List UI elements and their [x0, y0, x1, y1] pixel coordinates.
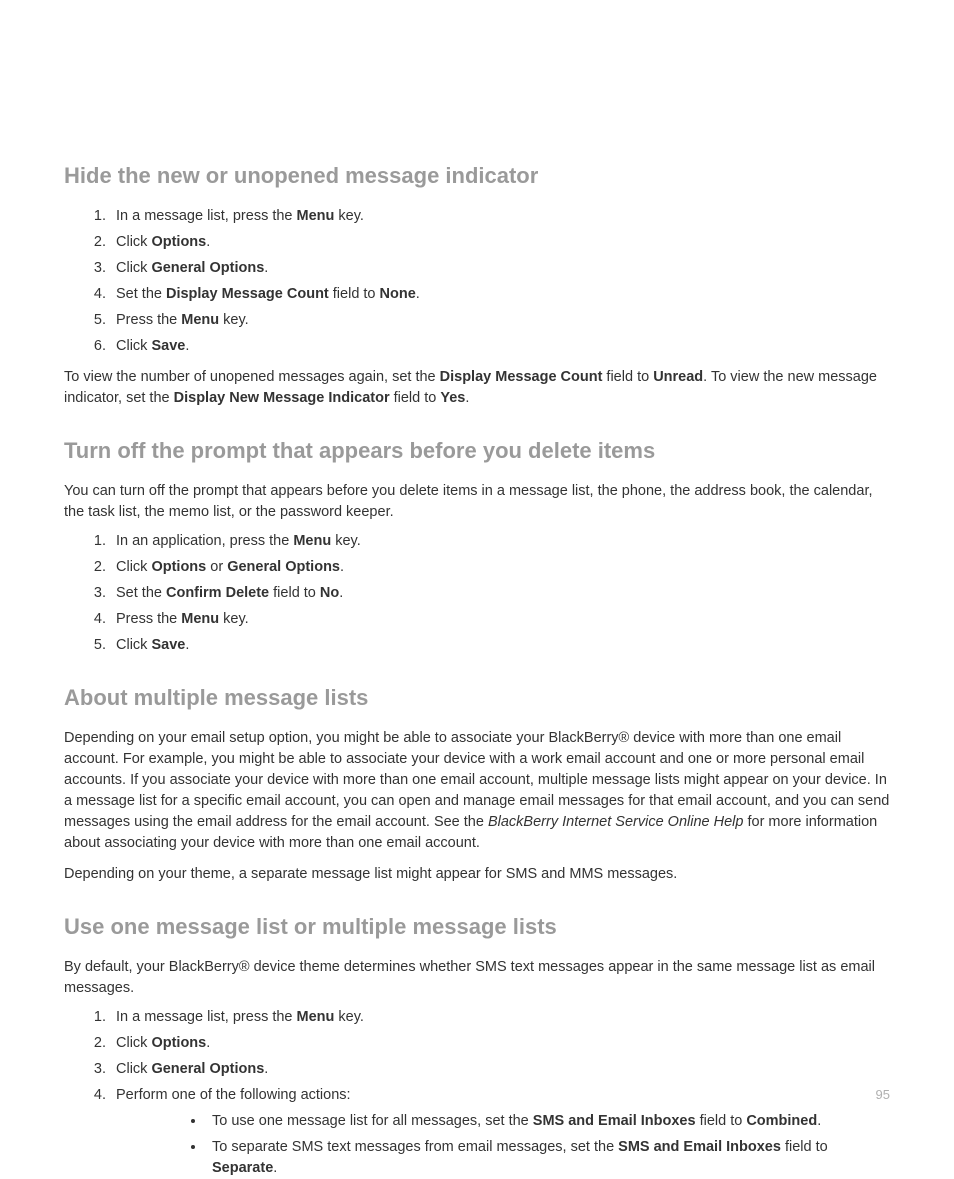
- list-item: Set the Confirm Delete field to No.: [110, 583, 890, 604]
- step-text: Set the: [116, 585, 166, 601]
- list-item: Click General Options.: [110, 258, 890, 279]
- bullet-text: field to: [781, 1139, 828, 1155]
- step-text: Press the: [116, 312, 181, 328]
- step-bold: No: [320, 585, 339, 601]
- bullet-text: .: [817, 1113, 821, 1129]
- list-item: Press the Menu key.: [110, 609, 890, 630]
- step-bold: Display Message Count: [166, 286, 329, 302]
- page-number: 95: [876, 1086, 890, 1105]
- step-text: .: [185, 637, 189, 653]
- step-text: Click: [116, 338, 151, 354]
- step-text: In a message list, press the: [116, 1009, 297, 1025]
- step-text: .: [264, 260, 268, 276]
- para-text: field to: [390, 390, 441, 406]
- step-bold: General Options: [151, 1061, 264, 1077]
- step-text: field to: [329, 286, 380, 302]
- step-bold: Menu: [297, 1009, 335, 1025]
- step-text: .: [264, 1061, 268, 1077]
- list-item: Click Save.: [110, 635, 890, 656]
- step-text: Click: [116, 637, 151, 653]
- heading-about-multiple-lists: About multiple message lists: [64, 682, 890, 714]
- list-item: To separate SMS text messages from email…: [206, 1137, 890, 1179]
- step-bold: General Options: [227, 559, 340, 575]
- step-bold: Menu: [293, 533, 331, 549]
- step-text: .: [206, 1035, 210, 1051]
- step-text: In a message list, press the: [116, 208, 297, 224]
- step-bold: Options: [151, 559, 206, 575]
- bullet-text: To use one message list for all messages…: [212, 1113, 533, 1129]
- list-item: Perform one of the following actions: To…: [110, 1085, 890, 1179]
- list-item: In an application, press the Menu key.: [110, 531, 890, 552]
- step-text: key.: [331, 533, 361, 549]
- bullet-text: field to: [696, 1113, 747, 1129]
- list-item: In a message list, press the Menu key.: [110, 206, 890, 227]
- step-bold: Menu: [181, 312, 219, 328]
- step-text: .: [416, 286, 420, 302]
- step-text: Click: [116, 234, 151, 250]
- step-text: field to: [269, 585, 320, 601]
- steps-use-one-or-multiple: In a message list, press the Menu key. C…: [110, 1007, 890, 1179]
- para-bold: Unread: [653, 369, 703, 385]
- step-bold: Menu: [181, 611, 219, 627]
- para-bold: Display Message Count: [440, 369, 603, 385]
- step-bold: None: [380, 286, 416, 302]
- paragraph-hide-indicator-note: To view the number of unopened messages …: [64, 367, 890, 409]
- step-bold: Menu: [297, 208, 335, 224]
- paragraph-about-multiple-1: Depending on your email setup option, yo…: [64, 728, 890, 854]
- bullet-bold: SMS and Email Inboxes: [533, 1113, 696, 1129]
- step-text: .: [340, 559, 344, 575]
- step-bold: General Options: [151, 260, 264, 276]
- para-bold: Display New Message Indicator: [174, 390, 390, 406]
- step-text: Perform one of the following actions:: [116, 1087, 351, 1103]
- step-bold: Options: [151, 234, 206, 250]
- step-text: .: [185, 338, 189, 354]
- list-item: Click Options.: [110, 232, 890, 253]
- para-bold: Yes: [440, 390, 465, 406]
- paragraph-turn-off-intro: You can turn off the prompt that appears…: [64, 481, 890, 523]
- list-item: In a message list, press the Menu key.: [110, 1007, 890, 1028]
- step-text: Set the: [116, 286, 166, 302]
- bullet-text: To separate SMS text messages from email…: [212, 1139, 618, 1155]
- paragraph-use-one-intro: By default, your BlackBerry® device them…: [64, 957, 890, 999]
- list-item: Click Options or General Options.: [110, 557, 890, 578]
- step-text: key.: [334, 208, 364, 224]
- para-italic: BlackBerry Internet Service Online Help: [488, 814, 743, 830]
- step-text: In an application, press the: [116, 533, 293, 549]
- paragraph-about-multiple-2: Depending on your theme, a separate mess…: [64, 864, 890, 885]
- heading-hide-indicator: Hide the new or unopened message indicat…: [64, 160, 890, 192]
- step-bold: Save: [151, 338, 185, 354]
- step-text: or: [206, 559, 227, 575]
- step-bold: Options: [151, 1035, 206, 1051]
- step-text: Click: [116, 559, 151, 575]
- steps-turn-off-prompt: In an application, press the Menu key. C…: [110, 531, 890, 656]
- bullet-text: .: [273, 1160, 277, 1176]
- step-text: key.: [219, 312, 249, 328]
- list-item: Set the Display Message Count field to N…: [110, 284, 890, 305]
- step-text: Click: [116, 1035, 151, 1051]
- bullet-bold: Combined: [746, 1113, 817, 1129]
- bullet-bold: Separate: [212, 1160, 273, 1176]
- list-item: Click Save.: [110, 336, 890, 357]
- list-item: To use one message list for all messages…: [206, 1111, 890, 1132]
- bullet-bold: SMS and Email Inboxes: [618, 1139, 781, 1155]
- heading-turn-off-prompt: Turn off the prompt that appears before …: [64, 435, 890, 467]
- list-item: Click General Options.: [110, 1059, 890, 1080]
- sub-bullets: To use one message list for all messages…: [206, 1111, 890, 1179]
- para-text: field to: [602, 369, 653, 385]
- step-text: Click: [116, 260, 151, 276]
- step-bold: Save: [151, 637, 185, 653]
- step-bold: Confirm Delete: [166, 585, 269, 601]
- step-text: key.: [219, 611, 249, 627]
- list-item: Click Options.: [110, 1033, 890, 1054]
- step-text: Click: [116, 1061, 151, 1077]
- step-text: .: [339, 585, 343, 601]
- step-text: .: [206, 234, 210, 250]
- step-text: Press the: [116, 611, 181, 627]
- heading-use-one-or-multiple: Use one message list or multiple message…: [64, 911, 890, 943]
- para-text: .: [465, 390, 469, 406]
- para-text: To view the number of unopened messages …: [64, 369, 440, 385]
- steps-hide-indicator: In a message list, press the Menu key. C…: [110, 206, 890, 357]
- step-text: key.: [334, 1009, 364, 1025]
- list-item: Press the Menu key.: [110, 310, 890, 331]
